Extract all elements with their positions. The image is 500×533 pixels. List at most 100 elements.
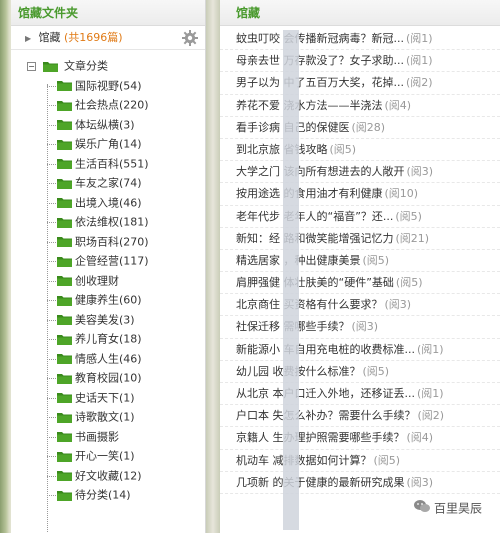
category-item[interactable]: 待分类(14) — [11, 485, 205, 505]
article-title-link[interactable]: 养花不爱 浇水方法——半浇法 — [236, 99, 383, 112]
article-title-link[interactable]: 户口本 失怎么补办？需要什么手续？ — [236, 409, 416, 422]
category-label: 娱乐广角(14) — [75, 137, 142, 151]
category-item[interactable]: 史话天下(1) — [11, 388, 205, 408]
gear-icon[interactable] — [181, 29, 199, 47]
list-item[interactable]: 社保迁移 需哪些手续？ (阅3) — [220, 316, 500, 339]
list-item[interactable]: 老年代步 老年人的“福音”？还... (阅5) — [220, 206, 500, 228]
list-item[interactable]: 养花不爱 浇水方法——半浇法 (阅4) — [220, 95, 500, 117]
category-label: 史话天下(1) — [75, 390, 135, 404]
article-title-link[interactable]: 新知：经 路和微笑能增强记忆力 — [236, 232, 394, 245]
article-title-link[interactable]: 从北京 本户口迁入外地，还移证丢... — [236, 387, 415, 400]
list-item[interactable]: 北京商住 买资格有什么要求？ (阅3) — [220, 294, 500, 317]
category-root[interactable]: − 文章分类 — [11, 56, 205, 76]
list-item[interactable]: 新能源小 车自用充电桩的收费标准... (阅1) — [220, 339, 500, 361]
category-item[interactable]: 开心一笑(1) — [11, 446, 205, 466]
folder-icon — [57, 256, 72, 267]
read-count: (阅2) — [406, 76, 433, 90]
folder-icon — [57, 100, 72, 111]
category-tree: − 文章分类 国际视野(54) 社会热点(220) 体坛纵横(3) 娱乐广角(1… — [11, 50, 205, 533]
read-count: (阅3) — [406, 165, 434, 179]
list-item[interactable]: 到北京旅 省钱攻略 (阅5) — [220, 139, 500, 162]
category-item[interactable]: 职场百科(270) — [11, 232, 205, 252]
library-root[interactable]: ▶ 馆藏 (共1696篇) — [11, 26, 205, 50]
folder-icon — [57, 490, 72, 501]
category-item[interactable]: 好文收藏(12) — [11, 466, 205, 486]
category-item[interactable]: 健康养生(60) — [11, 290, 205, 310]
list-item[interactable]: 按用途选 的食用油才有利健康 (阅10) — [220, 183, 500, 206]
wechat-logo-icon — [414, 499, 434, 516]
list-item[interactable]: 京籍人 生办理护照需要哪些手续？ (阅4) — [220, 427, 500, 450]
category-item[interactable]: 教育校园(10) — [11, 368, 205, 388]
article-title-link[interactable]: 北京商住 买资格有什么要求？ — [236, 298, 383, 311]
article-title-link[interactable]: 肩胛强健 体壮肤美的“硬件”基础 — [236, 276, 394, 289]
list-item[interactable]: 机动车 减排数据如何计算？ (阅5) — [220, 450, 500, 472]
collapse-minus-icon[interactable]: − — [27, 61, 36, 71]
category-item[interactable]: 企管经营(117) — [11, 251, 205, 271]
folder-icon — [57, 197, 72, 208]
category-item[interactable]: 书画摄影 — [11, 427, 205, 447]
category-item[interactable]: 国际视野(54) — [11, 76, 205, 96]
category-label: 职场百科(270) — [75, 234, 149, 248]
category-item[interactable]: 美容美发(3) — [11, 310, 205, 330]
category-label: 体坛纵横(3) — [75, 117, 135, 131]
category-item[interactable]: 创收理财 — [11, 271, 205, 291]
expand-arrow-icon[interactable]: ▶ — [25, 27, 35, 51]
article-title-link[interactable]: 到北京旅 省钱攻略 — [236, 143, 328, 156]
list-item[interactable]: 幼儿园 收费按什么标准？ (阅5) — [220, 361, 500, 383]
panel-divider — [206, 0, 220, 533]
folder-icon — [57, 314, 72, 325]
category-item[interactable]: 娱乐广角(14) — [11, 134, 205, 154]
read-count: (阅1) — [406, 54, 433, 68]
list-item[interactable]: 母亲去世 万存款没了？女子求助... (阅1) — [220, 50, 500, 73]
article-title-link[interactable]: 新能源小 车自用充电桩的收费标准... — [236, 343, 415, 356]
article-title-link[interactable]: 大学之门 该向所有想进去的人敞开 — [236, 165, 405, 178]
folder-icon — [57, 217, 72, 228]
redaction-blur — [283, 30, 299, 530]
folder-icon — [57, 373, 72, 384]
folder-icon — [57, 412, 72, 423]
category-item[interactable]: 社会热点(220) — [11, 95, 205, 115]
list-item[interactable]: 户口本 失怎么补办？需要什么手续？ (阅2) — [220, 405, 500, 428]
article-title-link[interactable]: 男子以为 中了五百万大奖，花掉... — [236, 76, 404, 89]
category-label: 健康养生(60) — [75, 293, 142, 307]
article-title-link[interactable]: 母亲去世 万存款没了？女子求助... — [236, 54, 404, 67]
article-title-link[interactable]: 几项新 的关于健康的最新研究成果 — [236, 476, 405, 489]
category-item[interactable]: 依法维权(181) — [11, 212, 205, 232]
list-item[interactable]: 从北京 本户口迁入外地，还移证丢... (阅1) — [220, 383, 500, 406]
read-count: (阅3) — [351, 320, 379, 334]
folder-icon — [57, 431, 72, 442]
list-item[interactable]: 蚊虫叮咬 会传播新冠病毒？新冠... (阅1) — [220, 28, 500, 51]
article-list: 蚊虫叮咬 会传播新冠病毒？新冠... (阅1) 母亲去世 万存款没了？女子求助..… — [220, 26, 500, 494]
list-item[interactable]: 几项新 的关于健康的最新研究成果 (阅3) — [220, 472, 500, 494]
category-label: 情感人生(46) — [75, 351, 142, 365]
category-item[interactable]: 诗歌散文(1) — [11, 407, 205, 427]
read-count: (阅4) — [384, 98, 412, 112]
category-item[interactable]: 体坛纵横(3) — [11, 115, 205, 135]
category-item[interactable]: 出境入境(46) — [11, 193, 205, 213]
category-label: 国际视野(54) — [75, 78, 142, 92]
watermark-text: 百里昊辰 — [433, 501, 482, 516]
article-title-link[interactable]: 京籍人 生办理护照需要哪些手续？ — [236, 431, 405, 444]
folder-icon — [57, 236, 72, 247]
article-title-link[interactable]: 按用途选 的食用油才有利健康 — [236, 187, 383, 200]
category-item[interactable]: 车友之家(74) — [11, 173, 205, 193]
article-title-link[interactable]: 机动车 减排数据如何计算？ — [236, 454, 372, 467]
list-item[interactable]: 新知：经 路和微笑能增强记忆力 (阅21) — [220, 228, 500, 250]
list-item[interactable]: 男子以为 中了五百万大奖，花掉... (阅2) — [220, 72, 500, 95]
list-item[interactable]: 精选居家 ，种出健康美景 (阅5) — [220, 250, 500, 273]
folder-icon — [57, 295, 72, 306]
read-count: (阅5) — [395, 209, 422, 223]
article-title-link[interactable]: 蚊虫叮咬 会传播新冠病毒？新冠... — [236, 32, 404, 45]
category-label: 出境入境(46) — [75, 195, 142, 209]
list-item[interactable]: 看手诊病 自己的保健医 (阅28) — [220, 117, 500, 139]
article-title-link[interactable]: 老年代步 老年人的“福音”？还... — [236, 210, 393, 223]
read-count: (阅4) — [406, 431, 434, 445]
category-item[interactable]: 情感人生(46) — [11, 349, 205, 369]
category-item[interactable]: 养儿育女(18) — [11, 329, 205, 349]
list-item[interactable]: 大学之门 该向所有想进去的人敞开 (阅3) — [220, 161, 500, 184]
list-item[interactable]: 肩胛强健 体壮肤美的“硬件”基础 (阅5) — [220, 272, 500, 295]
article-panel-title: 馆藏 — [220, 0, 500, 26]
category-label: 好文收藏(12) — [75, 468, 142, 482]
category-item[interactable]: 生活百科(551) — [11, 154, 205, 174]
read-count: (阅3) — [406, 475, 434, 489]
